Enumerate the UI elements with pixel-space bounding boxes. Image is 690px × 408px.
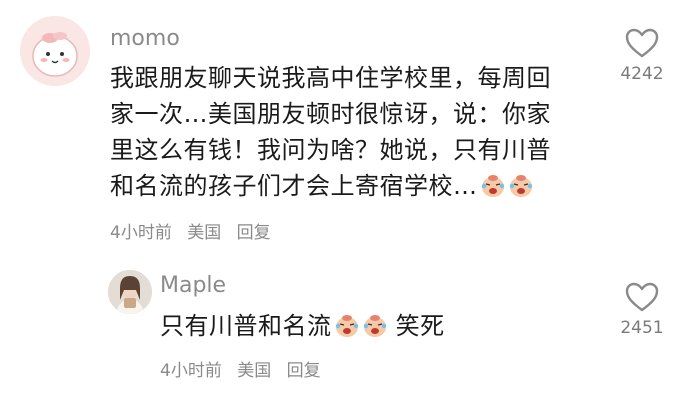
comment-location: 美国 [187,223,222,243]
comment-like-button[interactable]: 4242 [612,28,672,84]
reply-text: 只有川普和名流 笑死 [160,308,445,349]
comment-text-line-4-text: 和名流的孩子们才会上寄宿学校… [110,172,478,200]
avatar-image [20,16,90,86]
laugh-cry-emoji-icon [362,313,388,349]
reply-like-button[interactable]: 2451 [612,282,672,338]
reply-like-count: 2451 [620,318,664,338]
reply-text-before: 只有川普和名流 [160,312,332,340]
comment-like-count: 4242 [620,64,664,84]
avatar[interactable] [20,16,90,86]
laugh-cry-emoji-icon [334,313,360,349]
reply-text-after: 笑死 [395,312,445,340]
comment-text-line-2: 家一次…美国朋友顿时很惊讶，说：你家 [110,100,551,128]
reply-username[interactable]: Maple [160,273,226,298]
reply-time: 4小时前 [160,361,222,381]
reply-avatar-image [108,270,152,314]
reply-reply-button[interactable]: 回复 [287,361,321,381]
heart-icon [625,282,659,312]
comment-time: 4小时前 [110,223,172,243]
reply-avatar[interactable] [108,270,152,314]
reply-meta: 4小时前 美国 回复 [160,356,331,381]
heart-icon [625,28,659,58]
comment-text-line-1: 我跟朋友聊天说我高中住学校里，每周回 [110,64,551,92]
comment-text-line-3: 里这么有钱！我问为啥？她说，只有川普 [110,136,551,164]
laugh-cry-emoji-icon [508,173,534,209]
comment-reply-button[interactable]: 回复 [237,223,271,243]
comment-meta: 4小时前 美国 回复 [110,218,281,243]
comment-text-line-4: 和名流的孩子们才会上寄宿学校… [110,168,534,209]
laugh-cry-emoji-icon [480,173,506,209]
reply-location: 美国 [237,361,272,381]
comment-username[interactable]: momo [110,26,180,51]
